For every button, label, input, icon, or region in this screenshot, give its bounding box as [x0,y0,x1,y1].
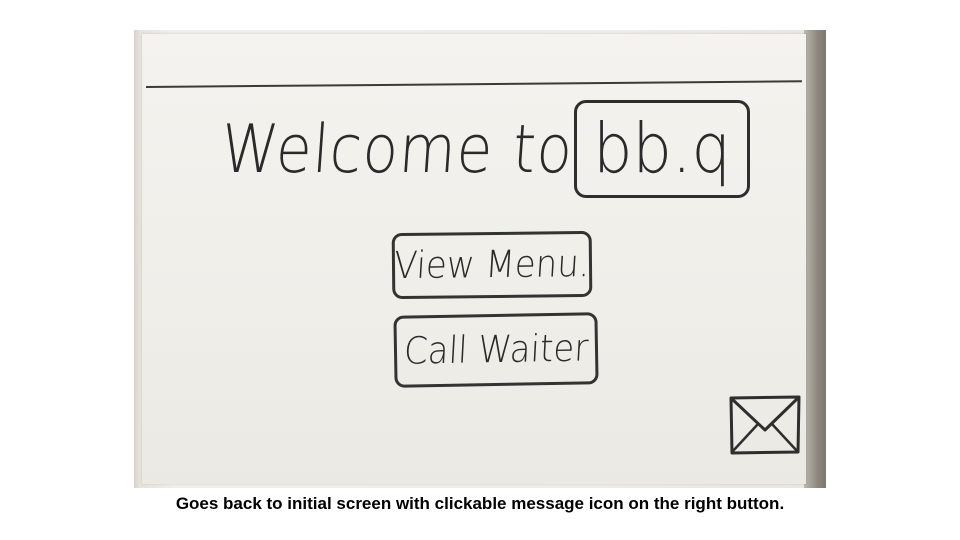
logo-box: bb.q [574,100,750,198]
photo-edge [804,30,826,488]
logo-text: bb.q [593,108,731,189]
view-menu-button[interactable]: View Menu. [391,230,593,300]
view-menu-label: View Menu. [392,241,592,289]
call-waiter-button[interactable]: Call Waiter [393,312,599,388]
paper-screen: Welcome to bb.q View Menu. Call Waiter [142,34,806,484]
welcome-header: Welcome to bb.q [219,100,764,200]
envelope-icon[interactable] [728,394,802,456]
prototype-photo: Welcome to bb.q View Menu. Call Waiter [134,30,826,488]
header-divider [145,80,802,88]
slide: Welcome to bb.q View Menu. Call Waiter G… [0,0,960,540]
call-waiter-label: Call Waiter [402,326,590,374]
welcome-title: Welcome to [218,110,576,189]
slide-caption: Goes back to initial screen with clickab… [175,494,785,513]
